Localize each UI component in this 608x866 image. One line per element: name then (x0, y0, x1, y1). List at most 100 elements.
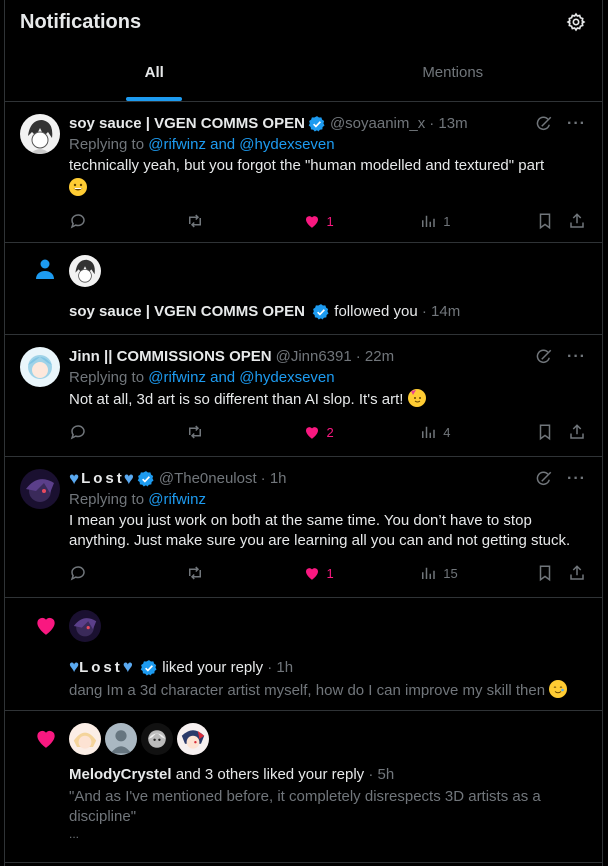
verified-badge-icon (308, 115, 326, 133)
avatar[interactable] (105, 723, 137, 755)
bookmark-icon[interactable] (536, 212, 554, 230)
replying-to: Replying to @rifwinz (69, 491, 206, 508)
like-text: MelodyCrystel and 3 others liked your re… (69, 766, 395, 783)
reply-icon (70, 566, 85, 581)
more-icon[interactable]: ··· (567, 347, 586, 367)
heart-filled-icon (305, 427, 318, 439)
like-button[interactable]: 1 (303, 212, 420, 230)
avatar[interactable] (20, 469, 60, 509)
timestamp: · 5h (368, 766, 395, 783)
reply-button[interactable] (69, 423, 186, 441)
views-icon (422, 215, 435, 227)
view-count: 15 (443, 565, 458, 581)
avatar[interactable] (69, 610, 101, 642)
tweet-header: Jinn || COMMISSIONS OPEN @Jinn6391 · 22m… (69, 347, 586, 367)
like-text: ♥Lost♥ liked your reply · 1h (69, 657, 294, 677)
views-button[interactable]: 4 (419, 423, 536, 441)
display-name[interactable]: Lost (79, 659, 123, 676)
reply-button[interactable] (69, 212, 186, 230)
avatar[interactable] (141, 723, 173, 755)
share-icon[interactable] (568, 212, 586, 230)
display-name[interactable]: Jinn || COMMISSIONS OPEN (69, 347, 272, 367)
timestamp[interactable]: · 22m (356, 347, 394, 367)
person-icon (33, 257, 57, 286)
page-title: Notifications (20, 10, 142, 33)
timestamp[interactable]: · 13m (429, 114, 467, 134)
timestamp[interactable]: · 1h (261, 469, 287, 489)
heart-filled-icon (33, 612, 59, 643)
timestamp: · 14m (421, 303, 461, 320)
bookmark-icon[interactable] (536, 564, 554, 582)
retweet-button[interactable] (186, 423, 303, 441)
blue-heart-emoji-icon: ♥ (122, 657, 133, 676)
like-count: 1 (326, 213, 334, 229)
share-icon[interactable] (568, 423, 586, 441)
avatar[interactable] (69, 255, 101, 287)
follow-text: soy sauce | VGEN COMMS OPEN followed you… (69, 303, 461, 321)
avatar[interactable] (20, 114, 60, 154)
tab-mentions-label: Mentions (422, 64, 484, 81)
reply-icon (70, 425, 85, 440)
like-button[interactable]: 1 (303, 564, 420, 582)
handle[interactable]: @soyaanim_x (330, 114, 425, 134)
like-count: 1 (326, 565, 334, 581)
avatar[interactable] (20, 347, 60, 387)
verified-badge-icon (140, 659, 158, 677)
like-notification[interactable]: MelodyCrystel and 3 others liked your re… (5, 711, 602, 863)
tweet-extra-actions (536, 564, 586, 582)
smiling-tear-emoji-icon (549, 680, 568, 698)
retweet-icon (188, 425, 201, 439)
like-count: 2 (326, 424, 334, 440)
share-icon[interactable] (568, 564, 586, 582)
display-name[interactable]: soy sauce | VGEN COMMS OPEN (69, 303, 305, 320)
bookmark-icon[interactable] (536, 423, 554, 441)
reply-mentions-link[interactable]: @rifwinz (148, 491, 206, 508)
display-name[interactable]: Lost (81, 469, 125, 489)
reply-button[interactable] (69, 564, 186, 582)
tweet-actions: 1 15 (69, 551, 586, 595)
handle[interactable]: @Jinn6391 (276, 347, 352, 367)
view-count: 4 (443, 424, 451, 440)
verified-badge-icon (312, 303, 330, 321)
header: Notifications (5, 0, 602, 44)
like-button[interactable]: 2 (303, 423, 420, 441)
reply-mentions-link[interactable]: @rifwinz and @hydexseven (148, 136, 334, 153)
grok-icon[interactable] (535, 348, 553, 366)
handle[interactable]: @The0neulost (159, 469, 257, 489)
tab-all[interactable]: All (5, 44, 304, 101)
preview-ellipsis: ... (69, 827, 80, 841)
party-face-emoji-icon (407, 389, 426, 407)
avatar[interactable] (69, 723, 101, 755)
grinning-emoji-icon (69, 178, 87, 196)
tweet-text: Not at all, 3d art is so different than … (69, 389, 586, 410)
more-icon[interactable]: ··· (567, 469, 586, 489)
tweet-text: technically yeah, but you forgot the "hu… (69, 156, 586, 199)
like-notification[interactable]: ♥Lost♥ liked your reply · 1h dang Im a 3… (5, 598, 602, 711)
follow-notification[interactable]: soy sauce | VGEN COMMS OPEN followed you… (5, 243, 602, 335)
views-button[interactable]: 1 (419, 212, 536, 230)
notifications-column: Notifications All Mentions soy sauce | V… (4, 0, 603, 866)
liked-reply-preview: "And as I've mentioned before, it comple… (69, 788, 541, 825)
avatar[interactable] (177, 723, 209, 755)
retweet-button[interactable] (186, 564, 303, 582)
tweet-item[interactable]: soy sauce | VGEN COMMS OPEN @soyaanim_x … (5, 102, 602, 243)
reply-mentions-link[interactable]: @rifwinz and @hydexseven (148, 369, 334, 386)
display-name[interactable]: soy sauce | VGEN COMMS OPEN (69, 114, 305, 134)
heart-filled-icon (305, 568, 318, 580)
more-icon[interactable]: ··· (567, 114, 586, 134)
tweet-item[interactable]: Jinn || COMMISSIONS OPEN @Jinn6391 · 22m… (5, 335, 602, 457)
grok-icon[interactable] (535, 470, 553, 488)
tweet-extra-actions (536, 212, 586, 230)
tweet-item[interactable]: ♥ Lost ♥ @The0neulost · 1h ··· Replying … (5, 457, 602, 598)
display-name[interactable]: MelodyCrystel (69, 766, 172, 783)
view-count: 1 (443, 213, 451, 229)
retweet-icon (188, 566, 201, 580)
blue-heart-emoji-icon: ♥ (69, 657, 80, 676)
gear-icon[interactable] (566, 12, 586, 32)
retweet-button[interactable] (186, 212, 303, 230)
retweet-icon (188, 214, 201, 228)
grok-icon[interactable] (535, 115, 553, 133)
tab-mentions[interactable]: Mentions (304, 44, 603, 101)
views-button[interactable]: 15 (419, 564, 536, 582)
active-tab-indicator (126, 97, 183, 101)
